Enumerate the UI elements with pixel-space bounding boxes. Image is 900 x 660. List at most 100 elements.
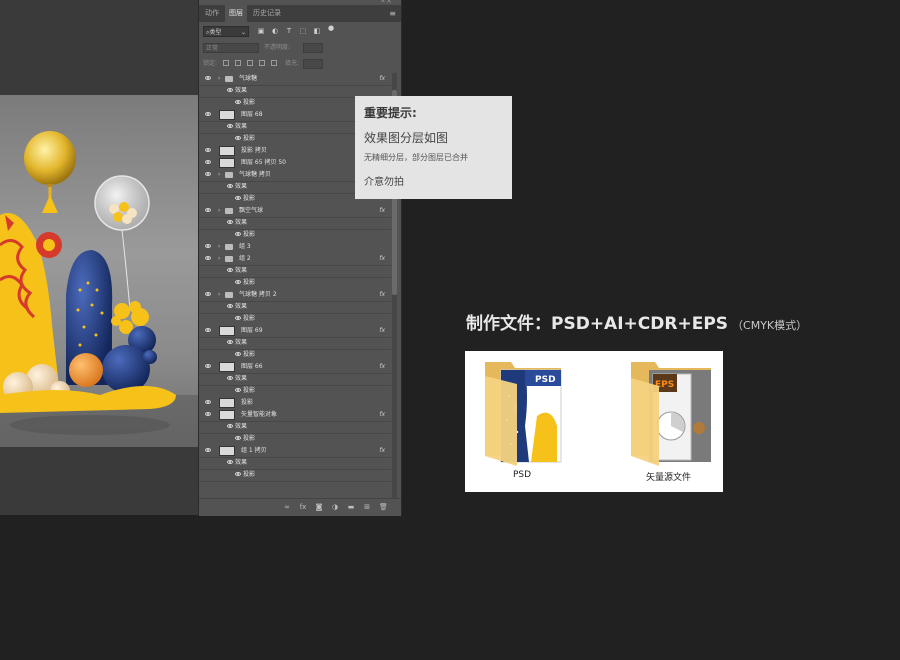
layer-thumbnail [219, 446, 235, 456]
filter-toggle-icon[interactable]: ● [327, 24, 335, 32]
layer-name: 效果 [235, 459, 248, 466]
navy-ball [102, 345, 150, 393]
expand-caret-icon[interactable]: › [218, 289, 220, 301]
filter-type-icon[interactable]: T [285, 27, 293, 35]
layer-name: 图层 69 [241, 327, 263, 334]
link-layers-icon[interactable]: ∞ [283, 503, 291, 511]
filter-adjustment-icon[interactable]: ◐ [271, 27, 279, 35]
artwork-illustration [0, 131, 198, 447]
visibility-eye-icon[interactable] [227, 220, 233, 225]
visibility-eye-icon[interactable] [227, 88, 233, 93]
visibility-eye-icon[interactable] [235, 136, 241, 141]
visibility-eye-icon[interactable] [227, 376, 233, 381]
visibility-eye-icon[interactable] [227, 424, 233, 429]
layer-name: 气球糖 拷贝 2 [239, 291, 277, 298]
visibility-eye-icon[interactable] [205, 148, 211, 153]
visibility-eye-icon[interactable] [235, 316, 241, 321]
mask-icon[interactable]: ◙ [315, 503, 323, 511]
folder-icon [225, 172, 233, 178]
expand-caret-icon[interactable]: › [218, 73, 220, 85]
visibility-eye-icon[interactable] [235, 100, 241, 105]
lock-position-icon[interactable] [247, 60, 253, 66]
blend-mode-select[interactable]: 正常 [203, 43, 259, 53]
visibility-eye-icon[interactable] [227, 268, 233, 273]
visibility-eye-icon[interactable] [205, 448, 211, 453]
fx-badge[interactable]: fx [379, 289, 385, 301]
layer-name: 投影 [243, 279, 256, 286]
heading-sub: （CMYK模式） [732, 319, 808, 332]
opacity-field[interactable] [303, 43, 323, 53]
fx-icon[interactable]: fx [299, 503, 307, 511]
expand-caret-icon[interactable]: › [218, 205, 220, 217]
visibility-eye-icon[interactable] [205, 244, 211, 249]
layer-name: 图层 68 [241, 111, 263, 118]
expand-caret-icon[interactable]: › [218, 169, 220, 181]
visibility-eye-icon[interactable] [205, 412, 211, 417]
visibility-eye-icon[interactable] [235, 280, 241, 285]
notice-line-3: 介意勿拍 [364, 177, 404, 188]
fx-badge[interactable]: fx [379, 409, 385, 421]
lock-artboard-icon[interactable] [259, 60, 265, 66]
visibility-eye-icon[interactable] [227, 460, 233, 465]
visibility-eye-icon[interactable] [227, 304, 233, 309]
visibility-eye-icon[interactable] [205, 292, 211, 297]
visibility-eye-icon[interactable] [235, 388, 241, 393]
visibility-eye-icon[interactable] [205, 256, 211, 261]
tab-layers[interactable]: 图层 [225, 5, 247, 22]
canvas-area [0, 0, 198, 515]
visibility-eye-icon[interactable] [205, 328, 211, 333]
visibility-eye-icon[interactable] [235, 472, 241, 477]
fx-badge[interactable]: fx [379, 445, 385, 457]
eps-folder-icon: EPS [631, 362, 711, 466]
filter-pixel-icon[interactable]: ▣ [257, 27, 265, 35]
lock-transparency-icon[interactable] [223, 60, 229, 66]
fx-badge[interactable]: fx [379, 253, 385, 265]
visibility-eye-icon[interactable] [205, 400, 211, 405]
visibility-eye-icon[interactable] [235, 232, 241, 237]
visibility-eye-icon[interactable] [227, 184, 233, 189]
visibility-eye-icon[interactable] [235, 436, 241, 441]
folder-icon [225, 244, 233, 250]
visibility-eye-icon[interactable] [205, 112, 211, 117]
lock-pixels-icon[interactable] [235, 60, 241, 66]
fx-badge[interactable]: fx [379, 205, 385, 217]
new-layer-icon[interactable]: ⊞ [363, 503, 371, 511]
visibility-eye-icon[interactable] [227, 340, 233, 345]
visibility-eye-icon[interactable] [205, 160, 211, 165]
expand-caret-icon[interactable]: › [218, 241, 220, 253]
visibility-eye-icon[interactable] [205, 172, 211, 177]
folder-icon [225, 76, 233, 82]
visibility-eye-icon[interactable] [205, 76, 211, 81]
tab-history[interactable]: 历史记录 [249, 5, 285, 22]
panel-menu-icon[interactable]: ≡ [389, 9, 396, 18]
tab-actions[interactable]: 动作 [201, 5, 223, 22]
layer-thumbnail [219, 398, 235, 408]
layer-thumbnail [219, 410, 235, 420]
filter-type-label: 类型 [209, 29, 222, 36]
fx-badge[interactable]: fx [379, 361, 385, 373]
layer-name: 组 3 [239, 243, 251, 250]
fx-badge[interactable]: fx [379, 73, 385, 85]
layer-row[interactable]: 投影 [199, 469, 391, 482]
fill-field[interactable] [303, 59, 323, 69]
visibility-eye-icon[interactable] [235, 196, 241, 201]
expand-caret-icon[interactable]: › [218, 253, 220, 265]
visibility-eye-icon[interactable] [205, 208, 211, 213]
lock-all-icon[interactable] [271, 60, 277, 66]
layer-name: 效果 [235, 375, 248, 382]
adjustment-layer-icon[interactable]: ◑ [331, 503, 339, 511]
trash-icon[interactable]: 🗑 [379, 503, 388, 511]
panel-tabbar: 动作 图层 历史记录 ≡ [199, 5, 401, 22]
visibility-eye-icon[interactable] [235, 352, 241, 357]
filter-smartobject-icon[interactable]: ◧ [313, 27, 321, 35]
layer-name: 投影 拷贝 [241, 147, 267, 154]
gold-balloon [24, 131, 76, 185]
new-group-icon[interactable]: ▬ [347, 503, 355, 511]
visibility-eye-icon[interactable] [205, 364, 211, 369]
fx-badge[interactable]: fx [379, 325, 385, 337]
filter-type-select[interactable]: ⌕类型 ⌄ [203, 26, 249, 37]
visibility-eye-icon[interactable] [227, 124, 233, 129]
filter-shape-icon[interactable]: ⬚ [299, 27, 307, 35]
layer-name: 效果 [235, 267, 248, 274]
blend-row: 正常 不透明度: [199, 41, 401, 56]
